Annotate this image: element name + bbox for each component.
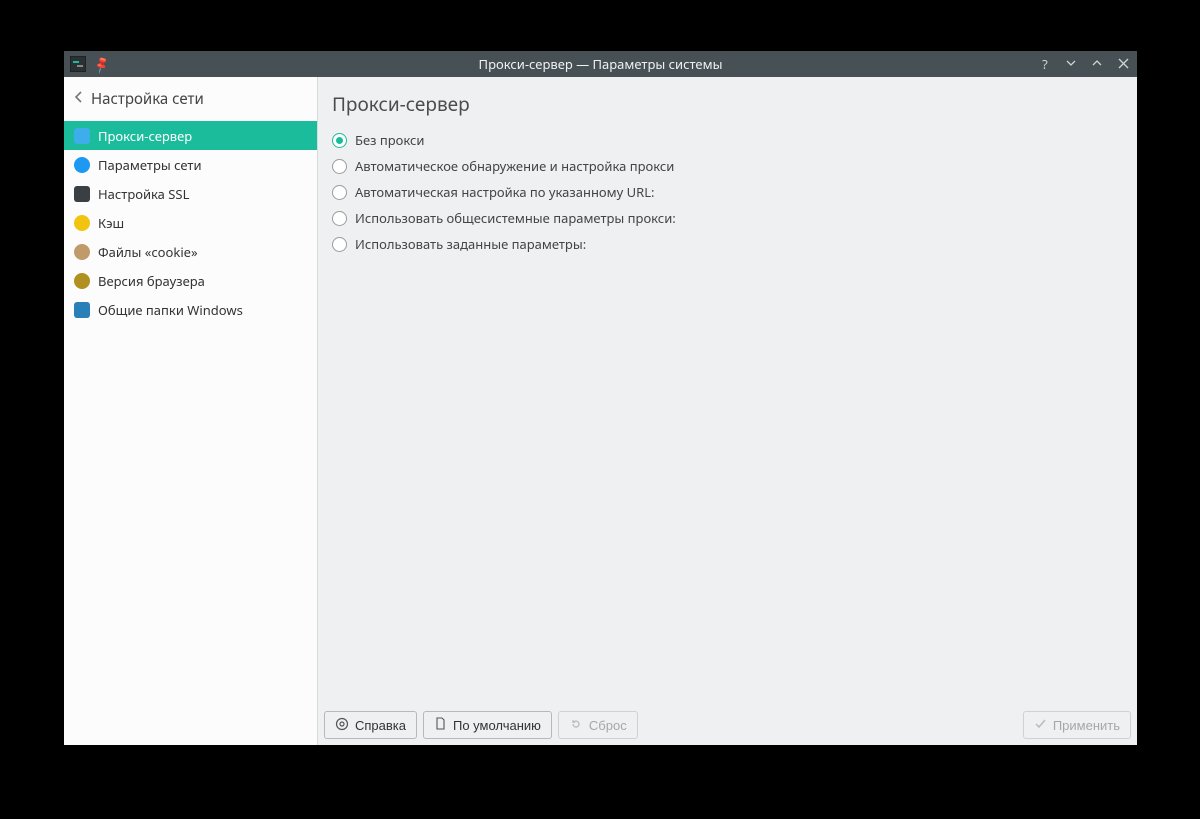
browser-icon [74, 273, 90, 289]
sidebar-item-label: Кэш [98, 214, 124, 232]
reset-button: Сброс [558, 711, 638, 739]
sidebar-item-network-params[interactable]: Параметры сети [64, 150, 317, 179]
radio-manual-proxy[interactable]: Использовать заданные параметры: [332, 235, 1123, 253]
settings-window: 📌 Прокси-сервер — Параметры системы ? На… [64, 51, 1137, 745]
defaults-button-label: По умолчанию [453, 718, 541, 733]
proxy-options: Без прокси Автоматическое обнаружение и … [318, 127, 1137, 257]
window-title: Прокси-сервер — Параметры системы [64, 55, 1137, 73]
sidebar-item-label: Файлы «cookie» [98, 243, 198, 261]
close-icon[interactable] [1115, 55, 1131, 73]
globe-icon [74, 157, 90, 173]
radio-label: Автоматическое обнаружение и настройка п… [355, 157, 674, 175]
help-button[interactable]: Справка [324, 711, 417, 739]
maximize-icon[interactable] [1089, 55, 1105, 73]
radio-auto-detect[interactable]: Автоматическое обнаружение и настройка п… [332, 157, 1123, 175]
radio-icon [332, 159, 347, 174]
reset-icon [569, 717, 583, 734]
radio-icon [332, 185, 347, 200]
sidebar-back-label: Настройка сети [91, 89, 204, 109]
footer-buttons: Справка По умолчанию Сброс [318, 704, 1137, 745]
main-panel: Прокси-сервер Без прокси Автоматическое … [318, 77, 1137, 745]
sidebar-item-label: Общие папки Windows [98, 301, 243, 319]
check-icon [1034, 717, 1047, 733]
sidebar-item-cookies[interactable]: Файлы «cookie» [64, 237, 317, 266]
document-default-icon [434, 717, 447, 734]
sidebar-item-label: Версия браузера [98, 272, 205, 290]
app-icon [70, 56, 86, 72]
defaults-button[interactable]: По умолчанию [423, 711, 552, 739]
chevron-left-icon [74, 89, 83, 109]
sidebar: Настройка сети Прокси-сервер Параметры с… [64, 77, 318, 745]
proxy-icon [74, 128, 90, 144]
pin-icon[interactable]: 📌 [91, 53, 112, 75]
radio-icon [332, 237, 347, 252]
sidebar-item-cache[interactable]: Кэш [64, 208, 317, 237]
windows-share-icon [74, 302, 90, 318]
radio-system-proxy[interactable]: Использовать общесистемные параметры про… [332, 209, 1123, 227]
sidebar-item-windows-shares[interactable]: Общие папки Windows [64, 295, 317, 324]
radio-label: Использовать заданные параметры: [355, 235, 586, 253]
sidebar-item-label: Параметры сети [98, 156, 202, 174]
sidebar-item-proxy[interactable]: Прокси-сервер [64, 121, 317, 150]
reset-button-label: Сброс [589, 718, 627, 733]
help-button-label: Справка [355, 718, 406, 733]
sidebar-back[interactable]: Настройка сети [64, 77, 317, 121]
apply-button: Применить [1023, 711, 1131, 739]
radio-label: Без прокси [355, 131, 425, 149]
cache-icon [74, 215, 90, 231]
sidebar-item-ssl[interactable]: Настройка SSL [64, 179, 317, 208]
radio-auto-url[interactable]: Автоматическая настройка по указанному U… [332, 183, 1123, 201]
ssl-icon [74, 186, 90, 202]
window-controls: ? [1037, 55, 1131, 73]
radio-no-proxy[interactable]: Без прокси [332, 131, 1123, 149]
cookie-icon [74, 244, 90, 260]
title-bar: 📌 Прокси-сервер — Параметры системы ? [64, 51, 1137, 77]
help-icon[interactable]: ? [1037, 55, 1053, 73]
sidebar-item-label: Прокси-сервер [98, 127, 192, 145]
page-title: Прокси-сервер [318, 77, 1137, 127]
radio-label: Использовать общесистемные параметры про… [355, 209, 676, 227]
lifebuoy-icon [335, 717, 349, 734]
radio-icon [332, 133, 347, 148]
sidebar-item-label: Настройка SSL [98, 185, 189, 203]
minimize-icon[interactable] [1063, 55, 1079, 73]
radio-icon [332, 211, 347, 226]
radio-label: Автоматическая настройка по указанному U… [355, 183, 655, 201]
sidebar-item-browser-version[interactable]: Версия браузера [64, 266, 317, 295]
apply-button-label: Применить [1053, 718, 1120, 733]
